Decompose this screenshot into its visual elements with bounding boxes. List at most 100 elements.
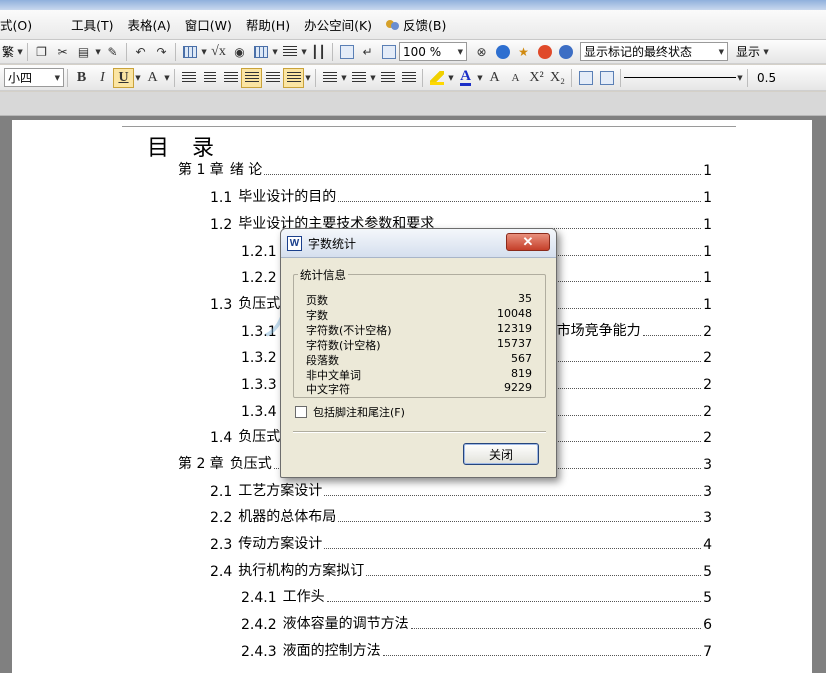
table-icon[interactable]: [250, 42, 271, 62]
line-spacing-button[interactable]: [283, 67, 304, 88]
globe-icon[interactable]: ◉: [229, 42, 250, 62]
decrease-indent-button[interactable]: [377, 68, 398, 88]
toc-entry[interactable]: 2.2 机器的总体布局 3: [210, 506, 712, 526]
char-shading-button[interactable]: A: [142, 68, 163, 88]
grow-font-button[interactable]: A: [484, 68, 505, 88]
chevron-down-icon[interactable]: ▼: [476, 74, 484, 82]
chevron-down-icon[interactable]: ▼: [200, 48, 208, 56]
zoom-select[interactable]: 100 % ▼: [399, 42, 468, 61]
toc-page-number: 1: [703, 217, 712, 233]
stat-row: 段落数 567: [306, 352, 532, 367]
toc-entry[interactable]: 2.4.2 液体容量的调节方法 6: [241, 613, 712, 633]
menu-office-space[interactable]: 办公空间(K): [297, 14, 379, 36]
chevron-down-icon[interactable]: ▼: [300, 48, 308, 56]
chevron-down-icon[interactable]: ▼: [16, 48, 24, 56]
chevron-down-icon[interactable]: ▼: [736, 74, 744, 82]
undo-icon[interactable]: ↶: [130, 42, 151, 62]
toc-entry[interactable]: 2.3 传动方案设计 4: [210, 533, 712, 553]
table-grid-icon: [182, 45, 197, 58]
formatting-toolbar: 小四 ▼ B I U ▼ A ▼ ▼ ▼ ▼ ▼ A ▼ A A X² X₂ ▼…: [0, 65, 826, 91]
blue-d-icon[interactable]: [492, 42, 513, 62]
toc-leader-dots: [410, 628, 702, 629]
menu-feedback[interactable]: 反馈(B): [379, 14, 453, 36]
shrink-font-button[interactable]: A: [505, 68, 526, 88]
bullet-list-button[interactable]: [348, 68, 369, 88]
italic-button[interactable]: I: [92, 68, 113, 88]
copy-icon[interactable]: ❐: [31, 42, 52, 62]
help-icon[interactable]: [555, 42, 576, 62]
include-footnotes-option[interactable]: 包括脚注和尾注(F): [295, 404, 405, 420]
superscript-button[interactable]: X²: [526, 68, 547, 88]
justify-button[interactable]: [241, 67, 262, 88]
formula-icon[interactable]: √x: [208, 42, 229, 62]
font-color-button[interactable]: A: [455, 68, 476, 88]
toc-entry[interactable]: 1.1 毕业设计的目的 1: [210, 186, 712, 206]
chevron-down-icon[interactable]: ▼: [369, 74, 377, 82]
chevron-down-icon[interactable]: ▼: [163, 74, 171, 82]
binoculars-icon[interactable]: ⊗: [471, 42, 492, 62]
stat-label: 字符数(计空格): [306, 339, 381, 352]
stat-value: 35: [518, 292, 532, 305]
menu-format[interactable]: 式(O): [0, 14, 39, 36]
toc-entry[interactable]: 2.4.3 液面的控制方法 7: [241, 640, 712, 660]
toc-page-number: 1: [703, 163, 712, 179]
markup-mode-select[interactable]: 显示标记的最终状态 ▼: [580, 42, 729, 61]
redo-icon[interactable]: ↷: [151, 42, 172, 62]
insert-table-icon[interactable]: [179, 42, 200, 62]
close-button[interactable]: 关闭: [463, 443, 539, 465]
menu-help[interactable]: 帮助(H): [239, 14, 297, 36]
highlight-button[interactable]: [426, 68, 447, 88]
toc-entry[interactable]: 2.4.1 工作头 5: [241, 586, 712, 606]
page-view-icon[interactable]: [378, 42, 399, 62]
dialog-title-bar[interactable]: W 字数统计 ✕: [281, 229, 556, 258]
format-painter-icon[interactable]: ✎: [102, 42, 123, 62]
kingsoft-icon[interactable]: [534, 42, 555, 62]
font-size-select[interactable]: 小四 ▼: [4, 68, 64, 87]
insert-box-button[interactable]: [575, 68, 596, 88]
cut-icon[interactable]: ✂: [52, 42, 73, 62]
toc-num: 2.4.2: [241, 617, 277, 633]
increase-indent-button[interactable]: [398, 68, 419, 88]
distributed-button[interactable]: [262, 68, 283, 88]
border-button[interactable]: [596, 68, 617, 88]
chevron-down-icon[interactable]: ▼: [271, 48, 279, 56]
close-icon[interactable]: ✕: [506, 233, 550, 251]
line-width-value[interactable]: 0.5: [755, 71, 778, 85]
chevron-down-icon[interactable]: ▼: [762, 48, 770, 56]
toc-text: 液面的控制方法: [282, 643, 381, 659]
toc-text: 工艺方案设计: [238, 483, 323, 499]
numbered-list-button[interactable]: [319, 68, 340, 88]
chevron-down-icon[interactable]: ▼: [447, 74, 455, 82]
chevron-down-icon[interactable]: ▼: [340, 74, 348, 82]
star-icon[interactable]: ★: [513, 42, 534, 62]
toc-entry[interactable]: 2.1 工艺方案设计 3: [210, 480, 712, 500]
word-count-dialog: W 字数统计 ✕ 统计信息 页数 35 字数 10048 字符数(不计空格) 1231…: [280, 228, 557, 478]
chart-bars-icon[interactable]: ┃┃: [308, 42, 329, 62]
menu-window[interactable]: 窗口(W): [178, 14, 239, 36]
align-center-button[interactable]: [199, 68, 220, 88]
bold-button[interactable]: B: [71, 68, 92, 88]
underline-button[interactable]: U: [113, 67, 134, 88]
menu-table[interactable]: 表格(A): [120, 14, 177, 36]
toc-text: 负压式: [238, 296, 281, 312]
stat-value: 12319: [497, 322, 532, 335]
include-footnotes-checkbox[interactable]: [295, 406, 307, 418]
subscript-button[interactable]: X₂: [547, 68, 568, 88]
show-menu-button[interactable]: 显示: [734, 43, 762, 60]
align-right-button[interactable]: [220, 68, 241, 88]
paste-icon[interactable]: ▤: [73, 42, 94, 62]
align-left-button[interactable]: [178, 68, 199, 88]
toc-entry[interactable]: 2.4 执行机构的方案拟订 5: [210, 560, 712, 580]
circle-icon: [495, 44, 510, 59]
chevron-down-icon[interactable]: ▼: [304, 74, 312, 82]
menu-tools[interactable]: 工具(T): [64, 14, 120, 36]
line-style-preview[interactable]: [624, 68, 736, 87]
chevron-down-icon[interactable]: ▼: [94, 48, 102, 56]
columns-icon[interactable]: [279, 42, 300, 62]
traditional-chinese-button[interactable]: 繁: [0, 43, 16, 60]
document-map-icon[interactable]: [336, 42, 357, 62]
chevron-down-icon[interactable]: ▼: [134, 74, 142, 82]
paragraph-marks-icon[interactable]: ↵: [357, 42, 378, 62]
table-grid-icon: [253, 45, 268, 58]
toc-entry[interactable]: 第 1 章绪 论 1: [178, 159, 712, 179]
